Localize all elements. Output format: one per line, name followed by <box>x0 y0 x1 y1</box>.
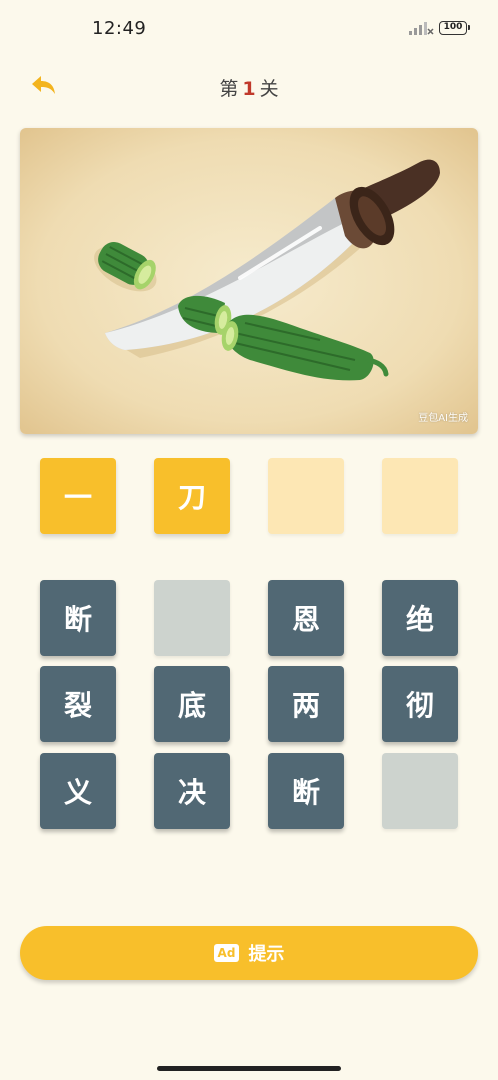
char-tile[interactable]: 彻 <box>382 666 458 742</box>
knife-cucumber-illustration <box>94 159 440 381</box>
answer-slot-2[interactable]: 刀 <box>154 458 230 534</box>
char-tile[interactable]: 恩 <box>268 580 344 656</box>
char-tile[interactable]: 决 <box>154 753 230 829</box>
home-indicator[interactable] <box>157 1066 341 1071</box>
char-tile[interactable]: 断 <box>268 753 344 829</box>
header: 第1关 <box>0 60 498 112</box>
char-tile[interactable]: 义 <box>40 753 116 829</box>
char-tile[interactable]: 两 <box>268 666 344 742</box>
hint-button[interactable]: Ad 提示 <box>20 926 478 980</box>
level-suffix: 关 <box>259 78 279 100</box>
level-number: 1 <box>242 78 256 100</box>
puzzle-picture: 豆包AI生成 <box>20 128 478 434</box>
char-tile-used <box>382 753 458 829</box>
char-tile[interactable]: 绝 <box>382 580 458 656</box>
char-tile-used <box>154 580 230 656</box>
signal-icon <box>408 20 434 40</box>
char-tile[interactable]: 断 <box>40 580 116 656</box>
hint-label: 提示 <box>248 944 285 965</box>
char-tile[interactable]: 底 <box>154 666 230 742</box>
answer-slot-1[interactable]: 一 <box>40 458 116 534</box>
ad-badge: Ad <box>213 944 240 962</box>
answer-slot-3[interactable] <box>268 458 344 534</box>
ai-watermark: 豆包AI生成 <box>418 413 468 424</box>
level-title: 第1关 <box>0 74 498 101</box>
answer-slot-4[interactable] <box>382 458 458 534</box>
battery-icon: 100 <box>439 21 470 35</box>
status-bar: 12:49 100 <box>0 0 498 58</box>
level-prefix: 第 <box>219 78 239 100</box>
char-tile[interactable]: 裂 <box>40 666 116 742</box>
status-time: 12:49 <box>92 18 147 39</box>
